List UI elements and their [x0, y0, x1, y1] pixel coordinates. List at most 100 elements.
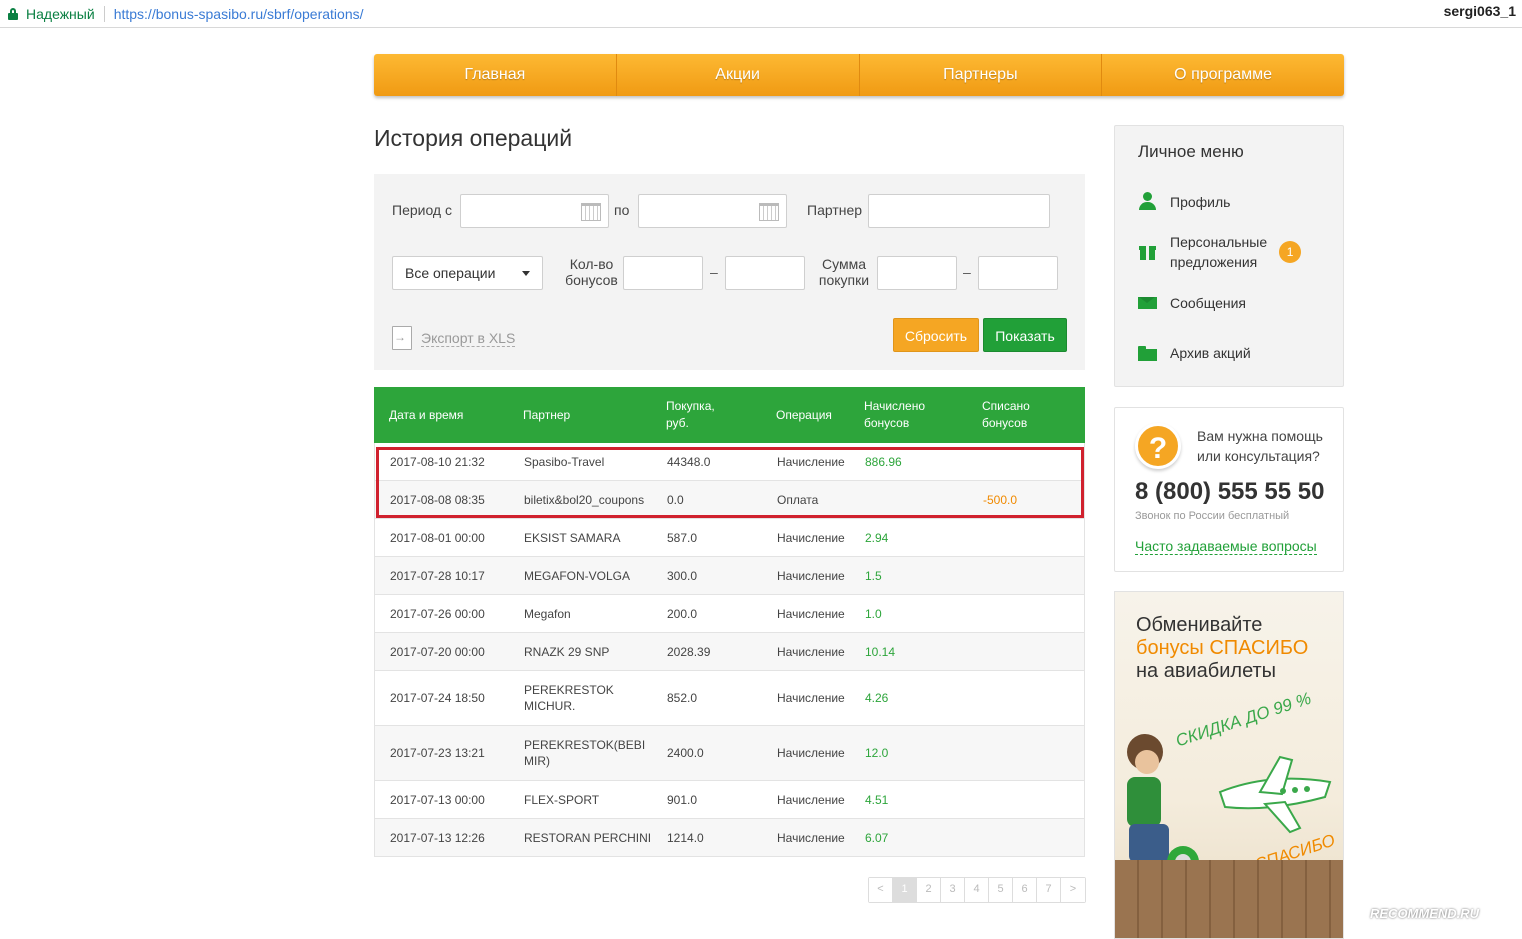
page-button-7[interactable]: 7 [1037, 878, 1061, 902]
bonus-count-label-line2: бонусов [565, 272, 618, 288]
cell-partner-line1: PEREKRESTOK(BEBI [524, 738, 646, 752]
cell-date: 2017-07-28 10:17 [390, 568, 485, 583]
header-accrued-line1: Начислено [864, 399, 926, 413]
cell-partner-line1: PEREKRESTOK [524, 683, 614, 697]
url-text[interactable]: https://bonus-spasibo.ru/sbrf/operations… [114, 6, 364, 22]
menu-item-archive[interactable]: Архив акций [1138, 343, 1251, 363]
watermark: RECOMMEND.RU [1370, 906, 1480, 921]
purchase-sum-label-line1: Сумма [822, 256, 866, 272]
cell-date: 2017-07-13 00:00 [390, 792, 485, 807]
cell-operation: Начисление [777, 568, 845, 583]
browser-user-name[interactable]: sergi063_1 [1444, 3, 1516, 19]
table-row: 2017-07-24 18:50 PEREKRESTOK MICHUR. 852.0 Н… [374, 671, 1085, 726]
cell-partner: FLEX-SPORT [524, 781, 659, 818]
cell-operation: Оплата [777, 492, 819, 507]
menu-item-offers[interactable]: Персональные предложения 1 [1138, 232, 1302, 272]
help-box: ? Вам нужна помощь или консультация? 8 (… [1114, 407, 1344, 572]
cell-purchase: 300.0 [667, 568, 698, 583]
cell-accrued [865, 481, 965, 518]
period-from-input[interactable] [460, 194, 609, 228]
cell-partner: EKSIST SAMARA [524, 519, 659, 556]
nav-partners[interactable]: Партнеры [860, 54, 1103, 96]
help-phone[interactable]: 8 (800) 555 55 50 [1135, 478, 1324, 506]
cell-written-off [983, 557, 1083, 594]
cell-partner: RNAZK 29 SNP [524, 633, 659, 670]
header-date: Дата и время [389, 407, 464, 422]
cell-accrued: 10.14 [865, 644, 896, 659]
period-from-label: Период с [392, 202, 452, 218]
header-partner: Партнер [523, 407, 571, 422]
cell-date: 2017-08-08 08:35 [390, 492, 485, 507]
table-body: 2017-08-10 21:32 Spasibo-Travel 44348.0 Нач… [374, 443, 1085, 857]
show-button[interactable]: Показать [983, 318, 1067, 352]
page-prev-button[interactable]: < [869, 878, 893, 902]
secure-indicator[interactable]: Надежный [8, 6, 95, 22]
calendar-icon[interactable] [759, 203, 779, 221]
page-button-5[interactable]: 5 [989, 878, 1013, 902]
period-to-input[interactable] [638, 194, 787, 228]
cell-operation: Начисление [777, 792, 845, 807]
gift-icon [1138, 242, 1158, 262]
cell-operation: Начисление [777, 454, 845, 469]
menu-item-offers-label: Персональные предложения [1170, 232, 1267, 272]
purchase-sum-from-input[interactable] [877, 256, 957, 290]
cell-partner-line1: EKSIST SAMARA [524, 530, 621, 545]
nav-promotions[interactable]: Акции [617, 54, 860, 96]
offers-label-line2: предложения [1170, 254, 1258, 270]
cell-partner-line1: Spasibo-Travel [524, 454, 605, 469]
operation-type-select[interactable]: Все операции [392, 256, 543, 290]
cell-date: 2017-07-13 12:26 [390, 830, 485, 845]
operation-type-value: Все операции [405, 265, 496, 281]
header-operation: Операция [776, 407, 832, 422]
header-written-line1: Списано [982, 399, 1030, 413]
faq-link[interactable]: Часто задаваемые вопросы [1135, 538, 1317, 555]
menu-item-profile[interactable]: Профиль [1138, 192, 1230, 212]
filter-panel: Период с по Партнер Все операции Кол-во … [374, 174, 1085, 370]
page-button-1[interactable]: 1 [893, 878, 917, 902]
cell-written-off [983, 781, 1083, 818]
cell-operation: Начисление [777, 644, 845, 659]
page-button-4[interactable]: 4 [965, 878, 989, 902]
purchase-sum-label-line2: покупки [818, 272, 870, 288]
cell-purchase: 2400.0 [667, 746, 704, 760]
cell-accrued: 4.26 [865, 691, 889, 705]
page-button-3[interactable]: 3 [941, 878, 965, 902]
export-xls-link[interactable]: Экспорт в XLS [392, 326, 516, 350]
cell-partner-line1: RNAZK 29 SNP [524, 644, 610, 659]
bonus-count-to-input[interactable] [725, 256, 805, 290]
cell-written-off [983, 633, 1083, 670]
cell-purchase: 200.0 [667, 606, 698, 621]
browser-address-bar[interactable]: Надежный https://bonus-spasibo.ru/sbrf/o… [0, 0, 1522, 28]
page-button-6[interactable]: 6 [1013, 878, 1037, 902]
purchase-sum-to-input[interactable] [978, 256, 1058, 290]
promo-line2: бонусы СПАСИБО [1136, 637, 1309, 659]
table-row: 2017-07-26 00:00 Megafon 200.0 Начисление 1.… [374, 595, 1085, 633]
partner-input[interactable] [868, 194, 1050, 228]
page-next-button[interactable]: > [1061, 878, 1085, 902]
menu-item-archive-label: Архив акций [1170, 345, 1251, 361]
cell-operation: Начисление [777, 830, 845, 845]
url-base: https://bonus-spasibo.ru [113, 5, 264, 22]
promo-banner[interactable]: Обменивайте бонусы СПАСИБО на авиабилеты… [1114, 591, 1344, 939]
menu-item-messages[interactable]: Сообщения [1138, 293, 1246, 313]
nav-home[interactable]: Главная [374, 54, 617, 96]
cell-date: 2017-08-10 21:32 [390, 454, 485, 469]
cell-purchase: 1214.0 [667, 830, 704, 845]
cell-date: 2017-07-20 00:00 [390, 644, 485, 659]
reset-button[interactable]: Сбросить [893, 318, 979, 352]
cell-partner: PEREKRESTOK(BEBI MIR) [524, 726, 659, 780]
cell-partner: biletix&bol20_coupons [524, 481, 659, 518]
calendar-icon[interactable] [581, 203, 601, 221]
page-title: История операций [374, 125, 573, 151]
bonus-count-from-input[interactable] [623, 256, 703, 290]
folder-icon [1138, 343, 1158, 363]
page-button-2[interactable]: 2 [917, 878, 941, 902]
cell-purchase: 44348.0 [667, 454, 711, 469]
offers-label-line1: Персональные [1170, 234, 1268, 250]
main-navigation: Главная Акции Партнеры О программе [374, 54, 1344, 96]
header-accrued-line2: бонусов [864, 416, 910, 430]
cell-partner: RESTORAN PERCHINI [524, 819, 659, 856]
nav-about[interactable]: О программе [1102, 54, 1344, 96]
url-path: /sbrf/operations/ [263, 5, 364, 22]
pagination: < 1 2 3 4 5 6 7 > [868, 877, 1086, 903]
